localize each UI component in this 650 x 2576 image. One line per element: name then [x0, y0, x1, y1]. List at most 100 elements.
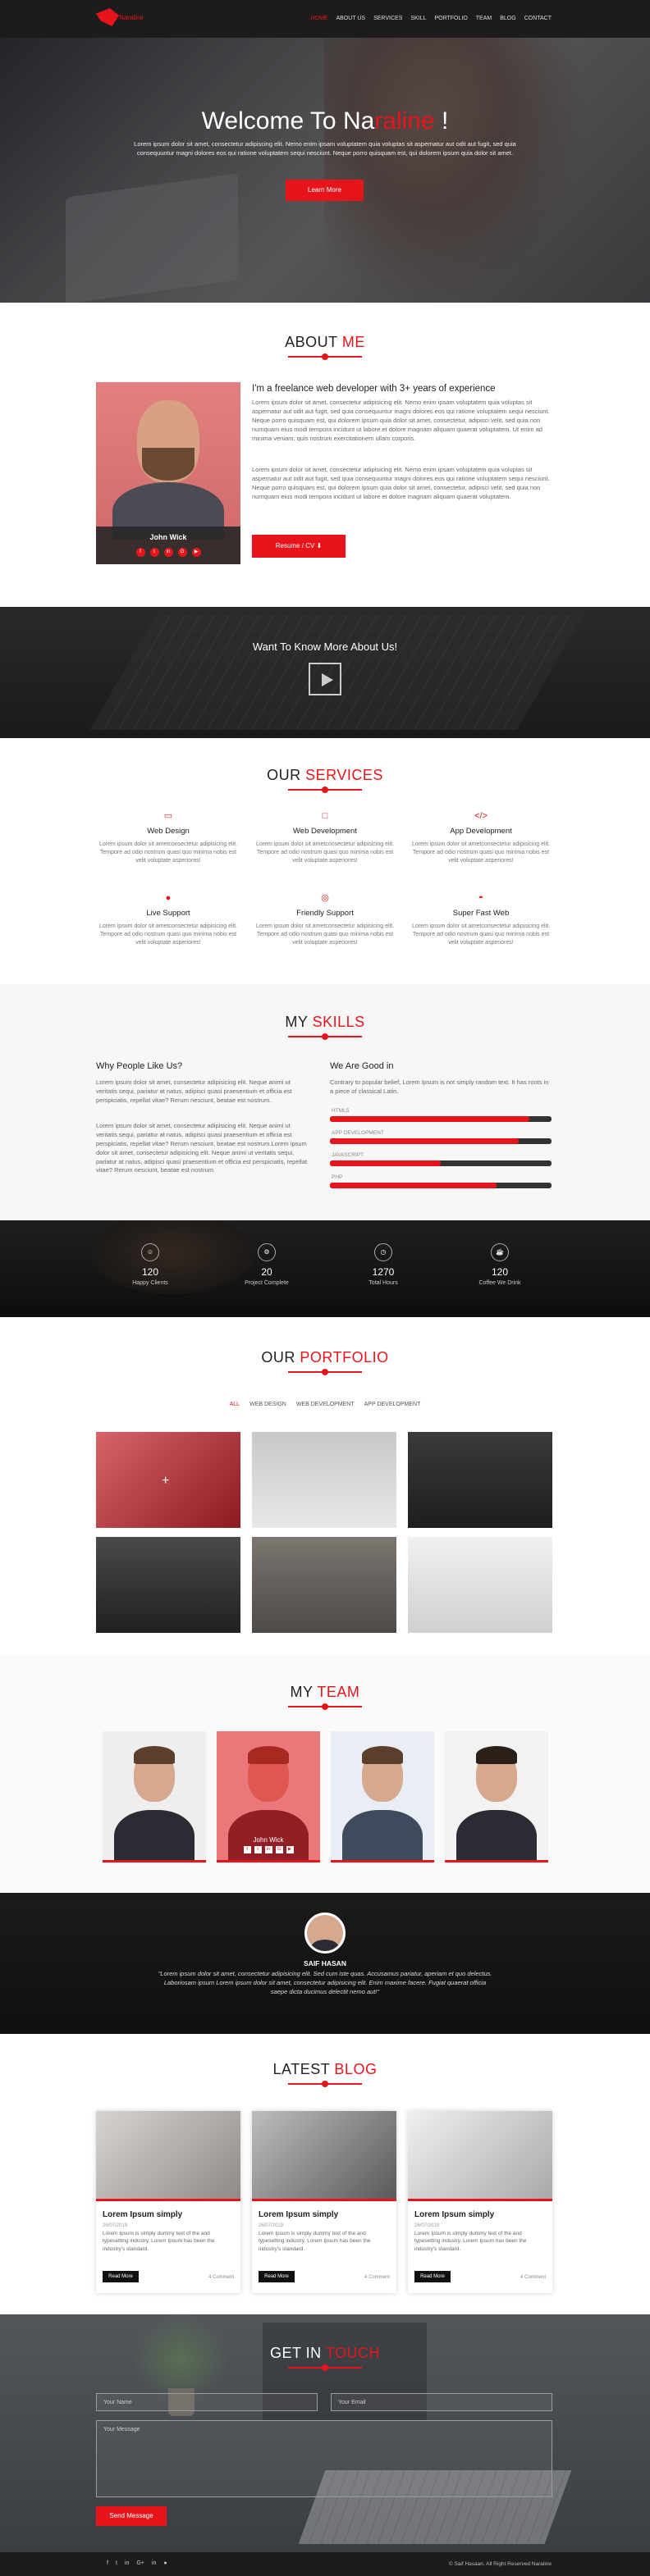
nav-item-portfolio[interactable]: PORTFOLIO: [434, 15, 467, 23]
hero-text: Lorem ipsum dolor sit amet, consectetur …: [134, 140, 516, 157]
service-app-development: </> App Development Lorem ipsum dolor si…: [407, 810, 555, 865]
code-icon: </>: [474, 811, 488, 821]
nav-item-skill[interactable]: SKILL: [410, 15, 426, 23]
portfolio-filters: ALL WEB DESIGN WEB DEVELOPMENT APP DEVEL…: [0, 1401, 650, 1409]
nav-item-home[interactable]: HOME: [310, 15, 327, 23]
skill-label: HTML5: [332, 1108, 350, 1114]
google-plus-icon[interactable]: G: [177, 548, 187, 558]
logo-icon[interactable]: [96, 8, 119, 26]
comment-count[interactable]: 4 Comment: [364, 2274, 390, 2282]
blog-image[interactable]: [252, 2111, 396, 2201]
skills-left-paragraph-1: Lorem ipsum dolor sit amet, consectetur …: [96, 1078, 292, 1104]
portfolio-item[interactable]: [408, 1537, 552, 1633]
plus-icon: +: [162, 1474, 170, 1488]
google-plus-icon[interactable]: G+: [136, 2560, 144, 2568]
skills-right-paragraph: Contrary to popular belief, Lorem Ipsum …: [330, 1078, 549, 1095]
skills-left-paragraph-2: Lorem ipsum dolor sit amet, consectetur …: [96, 1122, 308, 1174]
dribbble-icon[interactable]: ●: [163, 2560, 167, 2568]
about-paragraph-2: Lorem ipsum dolor sit amet, consectetur …: [252, 466, 550, 500]
nav-item-services[interactable]: SERVICES: [373, 15, 402, 23]
skill-bar-html5: [330, 1116, 552, 1122]
email-field[interactable]: Your Email: [331, 2393, 552, 2411]
read-more-button[interactable]: Read More: [259, 2271, 295, 2282]
logo-text[interactable]: Naraline: [119, 13, 144, 23]
team-member-4[interactable]: [445, 1731, 548, 1862]
service-friendly-support: ◎ Friendly Support Lorem ipsum dolor sit…: [251, 892, 399, 947]
learn-more-button[interactable]: Learn More: [286, 180, 364, 201]
testimonial-name: SAIF HASAN: [304, 1959, 346, 1967]
team-member-2[interactable]: John Wick f t in G ▶: [217, 1731, 320, 1862]
read-more-button[interactable]: Read More: [103, 2271, 139, 2282]
download-icon: ⬇: [316, 542, 323, 549]
blog-image[interactable]: [408, 2111, 552, 2201]
testimonial-quote: "Lorem ipsum dolor sit amet, consectetur…: [158, 1970, 492, 1995]
twitter-icon[interactable]: t: [149, 548, 159, 558]
filter-app-development[interactable]: APP DEVELOPMENT: [364, 1401, 421, 1409]
resume-button[interactable]: Resume / CV ⬇: [252, 535, 346, 558]
message-field[interactable]: Your Message: [96, 2420, 552, 2497]
clock-icon: ◷: [374, 1243, 392, 1261]
team-member-3[interactable]: [331, 1731, 434, 1862]
read-more-button[interactable]: Read More: [414, 2271, 451, 2282]
about-name: John Wick: [149, 533, 187, 541]
portfolio-item[interactable]: [252, 1537, 396, 1633]
service-web-development: □ Web Development Lorem ipsum dolor sit …: [251, 810, 399, 865]
linkedin-icon[interactable]: in: [163, 548, 173, 558]
nav-item-about[interactable]: ABOUT US: [336, 15, 365, 23]
testimonial-avatar: [304, 1913, 346, 1954]
nav-item-blog[interactable]: BLOG: [500, 15, 515, 23]
coffee-icon: ☕: [491, 1243, 509, 1261]
service-web-design: ▭ Web Design Lorem ipsum dolor sit ametc…: [94, 810, 242, 865]
name-field[interactable]: Your Name: [96, 2393, 318, 2411]
hero-title: Welcome To Naraline !: [201, 107, 449, 134]
google-plus-icon[interactable]: G: [275, 1846, 283, 1853]
blog-card: Lorem Ipsum simply 26/07/2019 Lorem Ipsu…: [96, 2111, 240, 2293]
contact-title: Get In Touch: [269, 2345, 381, 2361]
comment-count[interactable]: 4 Comment: [520, 2274, 546, 2282]
youtube-icon[interactable]: ▶: [191, 548, 201, 558]
filter-all[interactable]: ALL: [230, 1401, 240, 1409]
twitter-icon[interactable]: t: [254, 1846, 262, 1853]
smile-icon: ☺: [141, 1243, 159, 1261]
testimonial-section: SAIF HASAN "Lorem ipsum dolor sit amet, …: [0, 1893, 650, 2034]
portfolio-item[interactable]: +: [96, 1432, 240, 1528]
footer: f t in G+ in ● © Saif Hasaan. All Right …: [0, 2552, 650, 2576]
facebook-icon[interactable]: f: [135, 548, 145, 558]
twitter-icon[interactable]: t: [116, 2560, 117, 2568]
about-title: About Me: [285, 334, 365, 350]
video-section: Want To Know More About Us!: [0, 607, 650, 738]
linkedin-icon[interactable]: in: [152, 2560, 156, 2568]
team-member-1[interactable]: [103, 1731, 206, 1862]
portfolio-item[interactable]: [252, 1432, 396, 1528]
play-icon[interactable]: [309, 663, 341, 695]
portfolio-item[interactable]: [408, 1432, 552, 1528]
nav-item-contact[interactable]: CONTACT: [524, 15, 552, 23]
send-message-button[interactable]: Send Message: [96, 2506, 167, 2526]
filter-web-design[interactable]: WEB DESIGN: [249, 1401, 286, 1409]
blog-image[interactable]: [96, 2111, 240, 2201]
facebook-icon[interactable]: f: [107, 2560, 108, 2568]
laptop-icon: □: [322, 811, 328, 821]
counter-coffee: ☕ 120 Coffee We Drink: [459, 1243, 541, 1288]
skill-label: APP DEVELOPMENT: [332, 1130, 384, 1136]
dashboard-icon: ◓: [478, 893, 484, 903]
skill-bar-app-development: [330, 1138, 552, 1144]
counter-project-complete: ⚙ 20 Project Complete: [226, 1243, 308, 1288]
portfolio-item[interactable]: [96, 1537, 240, 1633]
blog-card: Lorem Ipsum simply 26/07/2019 Lorem Ipsu…: [408, 2111, 552, 2293]
about-paragraph-1: Lorem ipsum dolor sit amet, consectetur …: [252, 399, 550, 442]
video-title: Want To Know More About Us!: [252, 641, 398, 653]
comment-count[interactable]: 4 Comment: [208, 2274, 234, 2282]
nav-item-team[interactable]: TEAM: [476, 15, 492, 23]
linkedin-icon[interactable]: in: [125, 2560, 129, 2568]
skills-title: My Skills: [285, 1014, 365, 1030]
youtube-icon[interactable]: ▶: [286, 1846, 294, 1853]
filter-web-development[interactable]: WEB DEVELOPMENT: [296, 1401, 355, 1409]
linkedin-icon[interactable]: in: [264, 1846, 272, 1853]
about-heading: I'm a freelance web developer with 3+ ye…: [252, 384, 496, 394]
skills-right-heading: We Are Good in: [330, 1061, 394, 1071]
blog-title: Latest Blog: [272, 2061, 378, 2077]
team-title: My Team: [290, 1684, 360, 1700]
monitor-icon: ▭: [163, 811, 173, 821]
facebook-icon[interactable]: f: [243, 1846, 251, 1853]
